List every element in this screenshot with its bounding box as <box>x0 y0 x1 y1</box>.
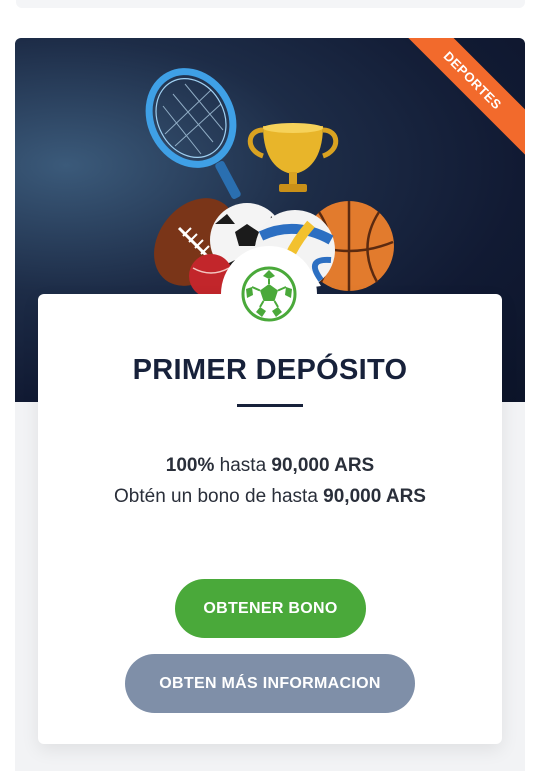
get-bonus-button[interactable]: OBTENER BONO <box>175 579 366 638</box>
bonus-line2-amount: 90,000 ARS <box>323 486 426 507</box>
bonus-details-card: PRIMER DEPÓSITO 100% hasta 90,000 ARS Ob… <box>38 294 502 744</box>
promo-line-2: Obtén un bono de hasta 90,000 ARS <box>38 481 502 512</box>
soccer-ball-icon <box>241 266 297 322</box>
sports-category-ribbon: DEPORTES <box>390 38 525 163</box>
top-card-edge <box>16 0 525 8</box>
tennis-racket-icon <box>145 68 241 199</box>
title-underline <box>237 404 303 407</box>
promo-title: PRIMER DEPÓSITO <box>132 354 408 386</box>
promo-line-1: 100% hasta 90,000 ARS <box>38 450 502 481</box>
promo-description: 100% hasta 90,000 ARS Obtén un bono de h… <box>38 450 502 512</box>
bonus-amount: 90,000 ARS <box>271 455 375 476</box>
trophy-icon <box>247 123 339 192</box>
bonus-line2-prefix: Obtén un bono de hasta <box>114 486 324 507</box>
ribbon-label: DEPORTES <box>440 47 505 112</box>
bonus-percent: 100% <box>165 455 215 476</box>
more-info-button[interactable]: OBTEN MÁS INFORMACION <box>125 654 415 713</box>
bonus-connector: hasta <box>214 455 272 476</box>
soccer-badge <box>221 246 317 342</box>
